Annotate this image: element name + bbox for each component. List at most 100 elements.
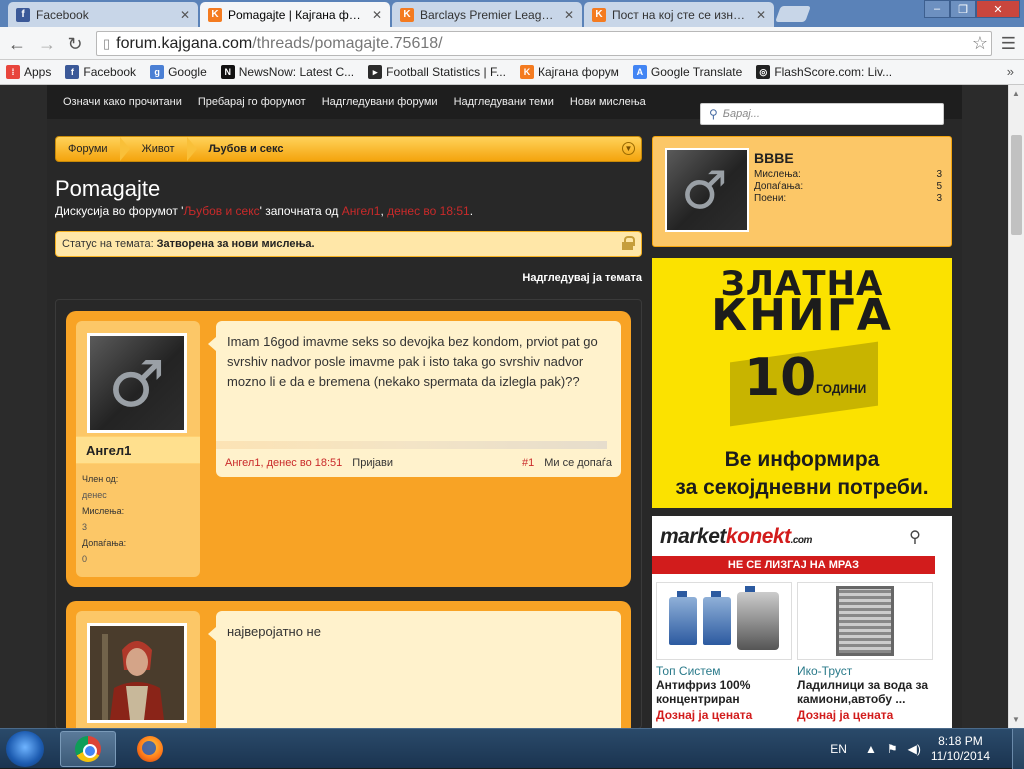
- menu-icon[interactable]: ☰: [1001, 34, 1016, 54]
- chevron-down-icon[interactable]: ▼: [622, 142, 635, 155]
- start-button[interactable]: [6, 731, 44, 767]
- scroll-up-icon[interactable]: ▲: [1012, 89, 1020, 98]
- post-text: Imam 16god imavme seks so devojka bez ko…: [227, 334, 598, 389]
- page-icon: ▯: [103, 35, 111, 51]
- author-link[interactable]: Ангел1: [342, 204, 381, 218]
- page-title: Pomagajte: [55, 176, 161, 201]
- date-link[interactable]: денес во 18:51: [387, 204, 470, 218]
- avatar[interactable]: ♂: [665, 148, 749, 232]
- taskbar-chrome[interactable]: [60, 731, 116, 767]
- taskbar-firefox[interactable]: [122, 731, 178, 767]
- bookmark-google[interactable]: g Google: [150, 65, 207, 79]
- tray-arrow-icon[interactable]: ▲: [865, 742, 877, 756]
- new-tab-button[interactable]: [775, 6, 811, 22]
- ad-product[interactable]: Ико-Труст Ладилници за вода за камиони,а…: [797, 582, 933, 722]
- kajgana-icon: K: [592, 7, 606, 22]
- reload-icon[interactable]: ↻: [64, 33, 86, 55]
- search-icon: ⚲: [709, 107, 718, 121]
- nav-mark-read[interactable]: Означи како прочитани: [63, 96, 182, 108]
- maximize-icon[interactable]: ❐: [950, 0, 976, 18]
- bookmark-flashscore[interactable]: ◎ FlashScore.com: Liv...: [756, 65, 892, 79]
- post-username[interactable]: Ангел1: [76, 436, 200, 464]
- close-window-icon[interactable]: ✕: [976, 0, 1020, 18]
- volume-icon[interactable]: ◀): [908, 742, 921, 756]
- forum-link[interactable]: Љубов и секс: [183, 204, 259, 218]
- report-link[interactable]: Пријави: [352, 457, 393, 469]
- character-portrait-icon: [90, 626, 184, 720]
- ad-banner: НЕ СЕ ЛИЗГАЈ НА МРАЗ: [652, 556, 935, 574]
- marketkonekt-ad[interactable]: marketkonekt.com ⚲ НЕ СЕ ЛИЗГАЈ НА МРАЗ …: [652, 516, 952, 728]
- tab-pomagajte[interactable]: K Pomagajte | Кајгана фору ✕: [200, 2, 390, 27]
- divider: [216, 441, 607, 449]
- male-symbol-icon: ♂: [108, 348, 166, 422]
- antifreeze-image: [656, 582, 792, 660]
- close-icon[interactable]: ✕: [372, 8, 382, 22]
- zlatna-kniga-ad[interactable]: ЗЛАТНА КНИГА 10 ГОДИНИ Ве информира за с…: [652, 258, 952, 508]
- minimize-icon[interactable]: –: [924, 0, 950, 18]
- scrollbar-thumb[interactable]: [1011, 135, 1022, 235]
- thread-description: Дискусија во форумот 'Љубов и секс' запо…: [55, 204, 474, 218]
- scroll-down-icon[interactable]: ▼: [1012, 715, 1020, 724]
- newsnow-icon: N: [220, 65, 235, 79]
- facebook-icon: f: [16, 7, 30, 22]
- male-symbol-icon: ♂: [681, 161, 728, 221]
- system-tray: EN ▲ ⚑ ◀) 8:18 PM 11/10/2014: [830, 729, 1024, 769]
- radiator-image: [797, 582, 933, 660]
- avatar[interactable]: [87, 623, 187, 723]
- watch-thread-link[interactable]: Надгледувај ја темата: [522, 272, 642, 284]
- page-scrollbar[interactable]: ▲ ▼: [1008, 85, 1024, 728]
- show-desktop-button[interactable]: [1012, 729, 1024, 769]
- close-icon[interactable]: ✕: [756, 8, 766, 22]
- post: ♂ Ангел1 Член од: денес Мислења: 3 Допаѓ…: [66, 311, 631, 587]
- bookmark-facebook[interactable]: f Facebook: [65, 65, 136, 79]
- bookmarks-more-button[interactable]: »: [1007, 64, 1014, 79]
- breadcrumb-love-sex[interactable]: Љубов и секс: [197, 137, 306, 161]
- nav-watched-threads[interactable]: Надгледувани теми: [454, 96, 554, 108]
- bookmark-translate[interactable]: A Google Translate: [632, 65, 742, 79]
- bookmark-apps[interactable]: ⁞ Apps: [6, 65, 51, 79]
- clock[interactable]: 8:18 PM 11/10/2014: [931, 734, 990, 764]
- address-bar[interactable]: ▯ forum.kajgana.com/threads/pomagajte.75…: [96, 31, 992, 56]
- search-input[interactable]: ⚲ Барај...: [700, 103, 944, 125]
- bookmark-football-stats[interactable]: ▸ Football Statistics | F...: [368, 65, 506, 79]
- kajgana-icon: K: [400, 7, 414, 22]
- post-message: највероjатно не: [208, 611, 621, 728]
- tab-facebook[interactable]: f Facebook ✕: [8, 2, 198, 27]
- nav-search-forum[interactable]: Пребарај го форумот: [198, 96, 306, 108]
- forward-icon[interactable]: →: [36, 33, 58, 55]
- bookmark-star-icon[interactable]: ☆: [972, 33, 988, 54]
- tab-post[interactable]: K Пост на кој сте се изнасм ✕: [584, 2, 774, 27]
- thread-status: Статус на темата: Затворена за нови мисле…: [55, 231, 642, 257]
- post-footer: Ангел1, денес во 18:51 Пријави #1 Ми се …: [225, 457, 612, 469]
- post: највероjатно не: [66, 601, 631, 728]
- visitor-stats: Мислења: 3 Допаѓања: 5 Поени: 3: [754, 169, 942, 204]
- flashscore-icon: ◎: [756, 65, 771, 79]
- visitor-username[interactable]: BBBE: [754, 150, 794, 166]
- breadcrumb-life[interactable]: Живот: [130, 137, 197, 161]
- translate-icon: A: [632, 65, 647, 79]
- nav-watched-forums[interactable]: Надгледувани форуми: [322, 96, 438, 108]
- kajgana-icon: K: [208, 7, 222, 22]
- user-stats: Член од: денес Мислења: 3 Допаѓања: 0: [82, 474, 127, 564]
- close-icon[interactable]: ✕: [180, 8, 190, 22]
- chrome-icon: [75, 736, 101, 762]
- post-number[interactable]: #1: [522, 457, 534, 469]
- back-icon[interactable]: ←: [6, 33, 28, 55]
- like-link[interactable]: Ми се допаѓа: [544, 457, 612, 469]
- page-viewport: Означи како прочитани Пребарај го форумо…: [0, 85, 1008, 728]
- ad-product[interactable]: Топ Систем Антифриз 100% концентриран До…: [656, 582, 792, 722]
- language-indicator[interactable]: EN: [830, 742, 847, 756]
- visitor-panel: ♂ BBBE Мислења: 3 Допаѓања: 5 Поени: 3: [652, 136, 952, 247]
- marketkonekt-logo: marketkonekt.com: [660, 525, 812, 548]
- bookmark-kajgana[interactable]: K Кајгана форум: [519, 65, 619, 79]
- breadcrumb-forums[interactable]: Форуми: [56, 137, 130, 161]
- post-byline[interactable]: Ангел1, денес во 18:51: [225, 457, 342, 469]
- nav-new-posts[interactable]: Нови мислења: [570, 96, 646, 108]
- bookmark-newsnow[interactable]: N NewsNow: Latest C...: [220, 65, 354, 79]
- flag-icon[interactable]: ⚑: [887, 742, 898, 756]
- close-icon[interactable]: ✕: [564, 8, 574, 22]
- avatar[interactable]: ♂: [87, 333, 187, 433]
- browser-tab-strip: f Facebook ✕ K Pomagajte | Кајгана фору …: [0, 0, 1024, 27]
- tab-premier-league[interactable]: K Barclays Premier League - ✕: [392, 2, 582, 27]
- search-icon[interactable]: ⚲: [898, 524, 932, 550]
